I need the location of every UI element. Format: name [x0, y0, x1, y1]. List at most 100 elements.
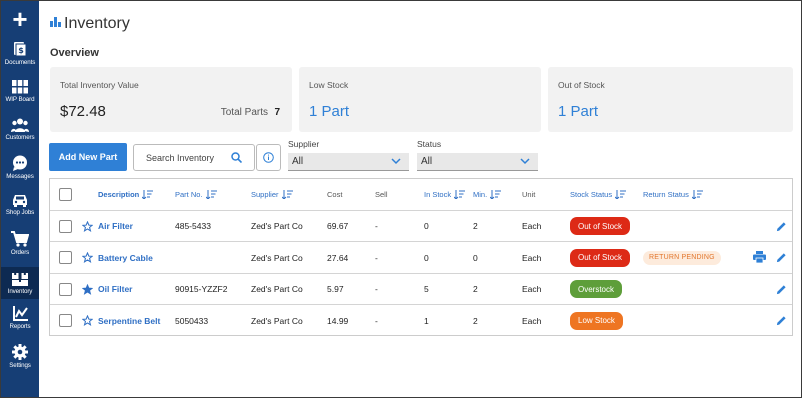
status-badge: Low Stock	[570, 311, 623, 330]
sidebar-item-orders[interactable]: Orders	[1, 231, 39, 256]
pencil-icon[interactable]	[776, 221, 787, 232]
column-header-return-status[interactable]: Return Status	[643, 179, 703, 210]
sidebar-item-wip-board[interactable]: WIP Board	[1, 80, 39, 103]
star-outline-icon[interactable]	[82, 220, 93, 232]
supplier-dropdown[interactable]: All	[288, 153, 409, 171]
card-value: 1 Part	[558, 103, 599, 120]
chevron-down-icon	[520, 158, 530, 165]
add-new-part-button[interactable]: Add New Part	[49, 143, 127, 171]
supplier-cell: Zed's Part Co	[251, 315, 303, 326]
supplier-label: Supplier	[288, 139, 320, 149]
info-button[interactable]	[256, 144, 281, 171]
info-icon	[263, 152, 274, 163]
status-badge: Overstock	[570, 280, 623, 298]
stock-status-cell: Overstock	[570, 274, 623, 305]
row-checkbox[interactable]	[59, 219, 72, 233]
header-label: Supplier	[251, 190, 279, 199]
inventory-boxes-icon	[50, 17, 61, 27]
return-pending-badge: RETURN PENDING	[643, 250, 721, 265]
column-header-part-no[interactable]: Part No.	[175, 179, 217, 210]
table-row[interactable]: Oil Filter 90915-YZZF2 Zed's Part Co 5.9…	[50, 274, 792, 305]
column-header-sell: Sell	[375, 190, 388, 199]
table-row[interactable]: Air Filter 485-5433 Zed's Part Co 69.67 …	[50, 211, 792, 242]
table-row[interactable]: Battery Cable Zed's Part Co 27.64 - 0 0 …	[50, 242, 792, 274]
column-header-min[interactable]: Min.	[473, 179, 502, 210]
sort-icon	[142, 190, 154, 199]
plus-icon: +	[12, 4, 28, 34]
select-all-checkbox[interactable]	[59, 188, 72, 201]
part-number: 5050433	[175, 315, 209, 326]
sort-icon	[205, 190, 217, 199]
out-of-stock-card[interactable]: Out of Stock 1 Part	[548, 67, 793, 132]
low-stock-card[interactable]: Low Stock 1 Part	[299, 67, 541, 132]
header-label: Min.	[473, 190, 488, 199]
header-label: Description	[98, 190, 140, 199]
cost-cell: 5.97	[327, 284, 344, 294]
return-status-cell: RETURN PENDING	[643, 242, 721, 273]
min-cell: 2	[473, 284, 478, 294]
sidebar-item-reports[interactable]: Reports	[1, 306, 39, 330]
sell-cell: -	[375, 252, 378, 263]
table-row[interactable]: Serpentine Belt 5050433 Zed's Part Co 14…	[50, 305, 792, 337]
car-icon	[13, 195, 27, 207]
supplier-cell: Zed's Part Co	[251, 252, 303, 263]
sidebar-item-documents[interactable]: $ Documents	[1, 41, 39, 66]
cost-cell: 69.67	[327, 221, 349, 231]
card-title: Low Stock	[309, 80, 349, 90]
star-outline-icon[interactable]	[82, 315, 93, 326]
chat-icon	[13, 155, 27, 171]
star-filled-icon[interactable]	[82, 283, 93, 295]
column-header-description[interactable]: Description	[98, 179, 154, 210]
sidebar-item-label: Messages	[6, 173, 34, 180]
search-placeholder: Search Inventory	[146, 153, 215, 163]
min-cell: 0	[473, 252, 478, 263]
sidebar-item-messages[interactable]: Messages	[1, 155, 39, 180]
sidebar-item-shop-jobs[interactable]: Shop Jobs	[1, 193, 39, 216]
stock-status-cell: Low Stock	[570, 305, 623, 336]
pencil-icon[interactable]	[776, 252, 787, 263]
part-description-link[interactable]: Oil Filter	[98, 274, 132, 305]
part-description-link[interactable]: Serpentine Belt	[98, 305, 160, 336]
card-value: 1 Part	[309, 103, 350, 120]
search-icon[interactable]	[231, 152, 242, 163]
header-label: Return Status	[643, 190, 689, 199]
in-stock-cell: 1	[424, 315, 429, 326]
printer-icon[interactable]	[753, 251, 766, 263]
column-header-unit: Unit	[522, 190, 536, 199]
row-checkbox[interactable]	[59, 251, 72, 264]
sidebar-item-label: Customers	[5, 134, 35, 141]
status-dropdown[interactable]: All	[417, 153, 538, 171]
sort-icon	[490, 190, 502, 199]
sidebar-item-customers[interactable]: Customers	[1, 118, 39, 141]
min-cell: 2	[473, 221, 478, 231]
in-stock-cell: 5	[424, 284, 429, 294]
pencil-icon[interactable]	[776, 284, 787, 295]
star-outline-icon[interactable]	[82, 252, 93, 263]
page-title: Inventory	[64, 15, 130, 32]
overview-heading: Overview	[50, 47, 99, 59]
part-description-link[interactable]: Battery Cable	[98, 242, 153, 273]
total-parts-value: 7	[274, 107, 280, 118]
row-checkbox[interactable]	[59, 282, 72, 296]
in-stock-cell: 0	[424, 221, 429, 231]
in-stock-cell: 0	[424, 252, 429, 263]
sidebar-item-label: WIP Board	[5, 96, 35, 103]
chevron-down-icon	[391, 158, 401, 165]
row-checkbox[interactable]	[59, 314, 72, 327]
cost-cell: 27.64	[327, 252, 349, 263]
column-header-supplier[interactable]: Supplier	[251, 179, 293, 210]
sell-cell: -	[375, 315, 378, 326]
unit-cell: Each	[522, 284, 542, 294]
add-new-button[interactable]: +	[1, 1, 39, 37]
part-number: 485-5433	[175, 221, 211, 231]
sidebar-item-inventory[interactable]: Inventory	[1, 267, 39, 299]
sidebar-item-label: Reports	[9, 323, 31, 330]
search-input[interactable]: Search Inventory	[133, 144, 255, 171]
column-header-stock-status[interactable]: Stock Status	[570, 179, 627, 210]
stock-status-cell: Out of Stock	[570, 242, 631, 273]
part-description-link[interactable]: Air Filter	[98, 211, 133, 242]
inventory-table: Description Part No. Supplier Cost Sell …	[49, 178, 793, 336]
column-header-in-stock[interactable]: In Stock	[424, 179, 466, 210]
pencil-icon[interactable]	[776, 315, 787, 326]
sidebar-item-settings[interactable]: Settings	[1, 344, 39, 369]
